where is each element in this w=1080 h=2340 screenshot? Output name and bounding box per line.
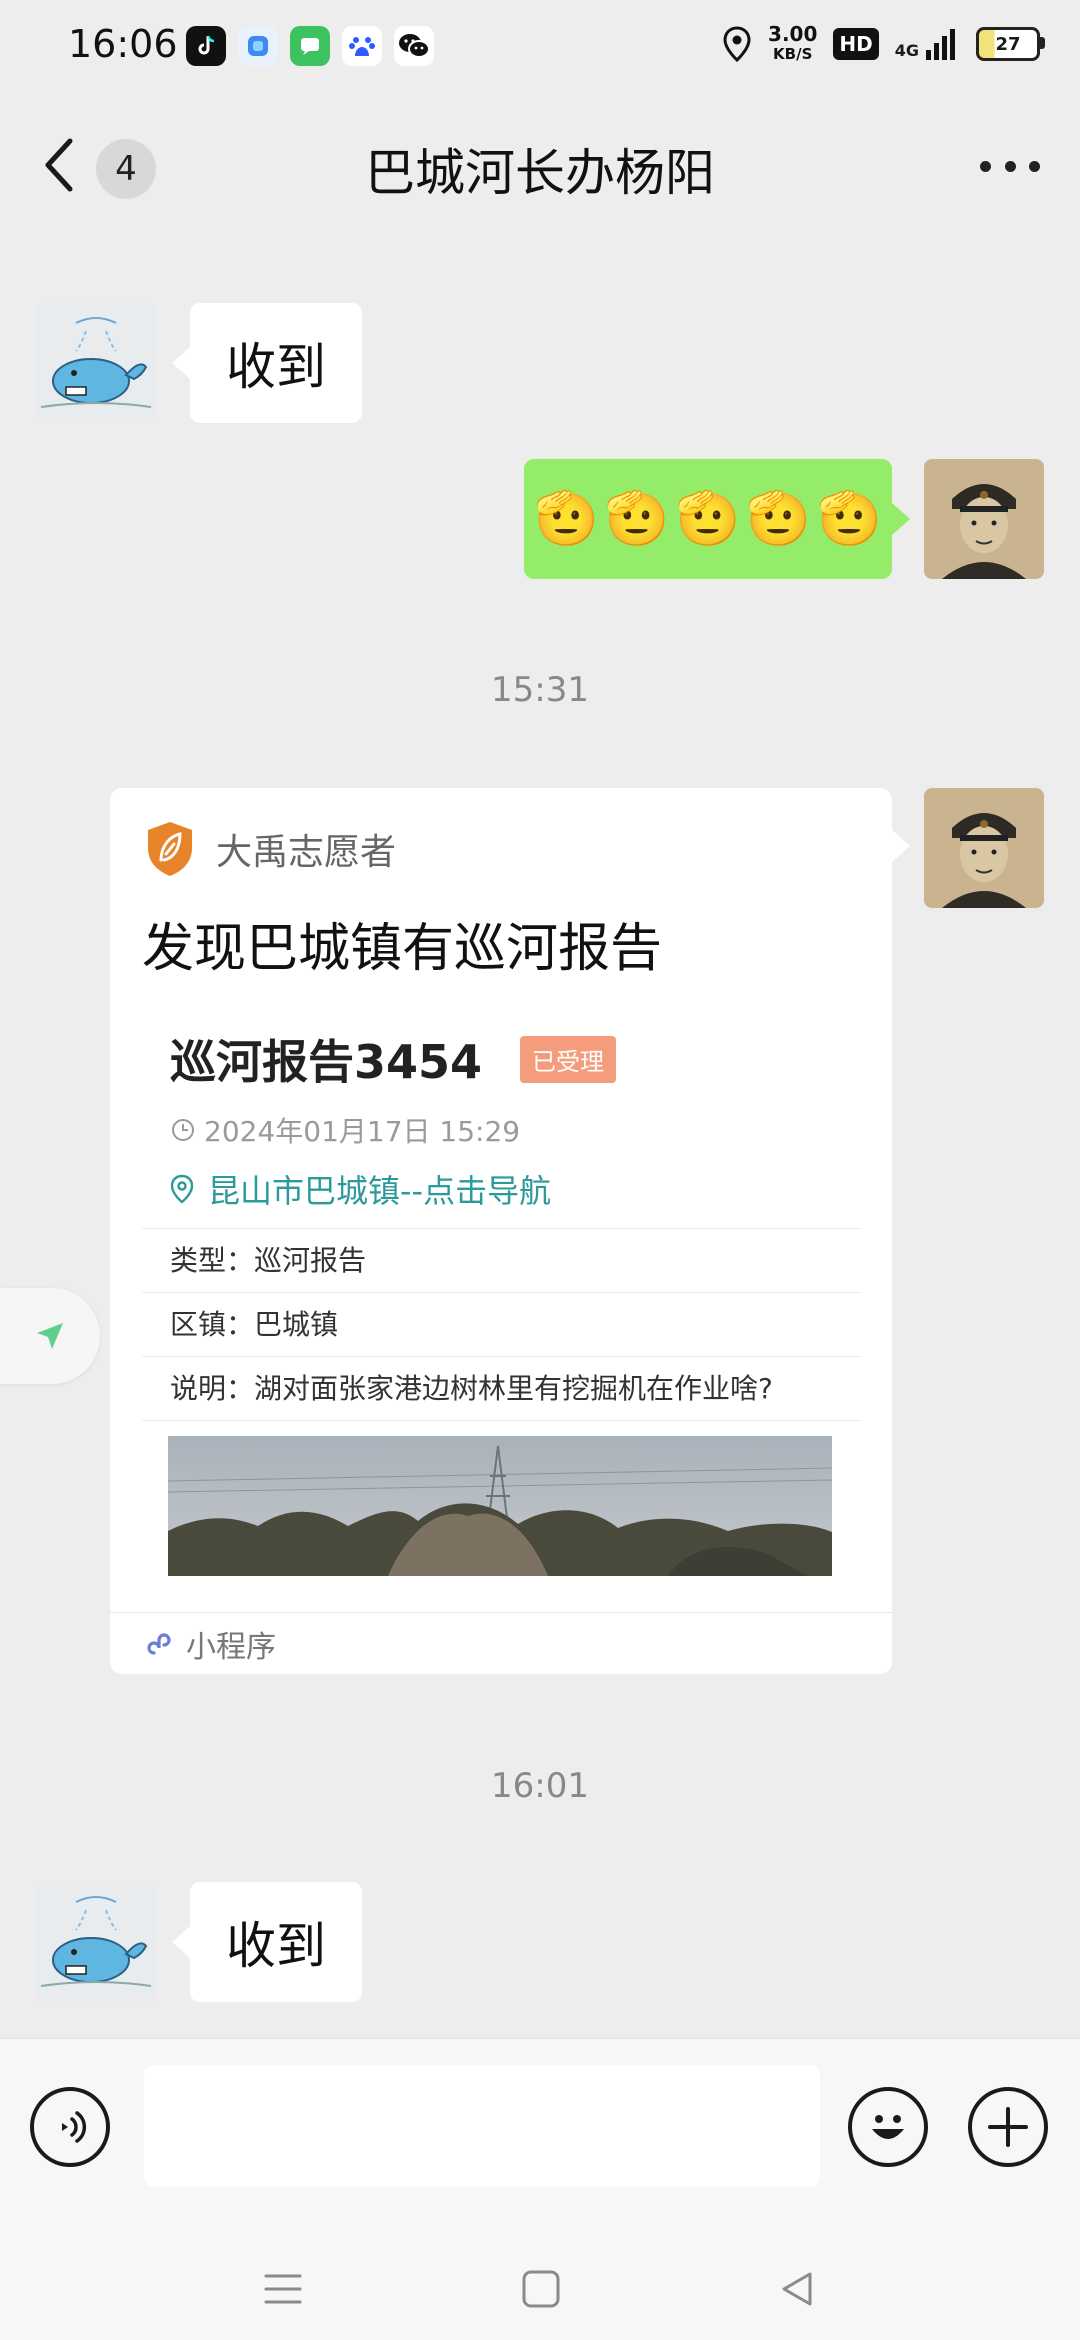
status-right-group: 3.00 KB/S HD 4G 27 bbox=[722, 24, 1045, 64]
more-dot-icon bbox=[980, 161, 991, 172]
report-datetime: 2024年01月17日 15:29 bbox=[170, 1110, 520, 1150]
plus-icon bbox=[988, 2107, 1028, 2147]
more-dot-icon bbox=[1004, 161, 1016, 172]
saluting-face-emoji: 🫡 bbox=[817, 489, 882, 549]
incoming-message-bubble[interactable]: 收到 bbox=[172, 303, 362, 423]
self-avatar[interactable] bbox=[924, 459, 1044, 579]
portrait-avatar-icon bbox=[924, 459, 1044, 579]
navigation-link[interactable]: 昆山市巴城镇--点击导航 bbox=[170, 1166, 551, 1212]
net-speed-value: 3.00 bbox=[768, 22, 818, 46]
douyin-icon bbox=[186, 26, 226, 66]
more-actions-button[interactable] bbox=[968, 2087, 1048, 2167]
network-type: 4G bbox=[894, 41, 919, 60]
contact-avatar[interactable] bbox=[36, 303, 156, 423]
net-speed: 3.00 KB/S bbox=[768, 24, 817, 64]
saluting-face-emoji: 🫡 bbox=[675, 489, 741, 549]
message-text-input[interactable] bbox=[144, 2065, 820, 2187]
browser-icon bbox=[238, 26, 278, 66]
floating-navigation-button[interactable] bbox=[0, 1288, 100, 1384]
notification-icons bbox=[186, 26, 434, 66]
back-button[interactable] bbox=[40, 135, 80, 195]
report-type-text: 类型：巡河报告 bbox=[170, 1244, 367, 1277]
back-triangle-icon[interactable] bbox=[776, 2268, 818, 2310]
unread-count-badge[interactable]: 4 bbox=[96, 139, 156, 199]
chat-timestamp: 15:31 bbox=[491, 670, 589, 710]
outgoing-emoji-bubble[interactable]: 🫡 🫡 🫡 🫡 🫡 bbox=[524, 459, 910, 579]
contact-avatar[interactable] bbox=[36, 1882, 156, 2002]
messages-icon bbox=[290, 26, 330, 66]
location-text: 昆山市巴城镇--点击导航 bbox=[208, 1172, 552, 1210]
portrait-avatar-icon bbox=[924, 788, 1044, 908]
report-photo[interactable] bbox=[168, 1436, 832, 1576]
self-avatar[interactable] bbox=[924, 788, 1044, 908]
saluting-face-emoji: 🫡 bbox=[746, 489, 812, 549]
report-desc-row: 说明：湖对面张家港边树林里有挖掘机在作业啥? bbox=[142, 1356, 862, 1420]
report-header: 巡河报告3454 已受理 bbox=[170, 1026, 617, 1092]
divider bbox=[142, 1420, 862, 1421]
message-input-bar bbox=[0, 2038, 1080, 2239]
mini-program-card[interactable]: 大禹志愿者 发现巴城镇有巡河报告 巡河报告3454 已受理 2024年01月17… bbox=[110, 788, 910, 1674]
menu-icon[interactable] bbox=[262, 2268, 304, 2310]
report-desc-text: 说明：湖对面张家港边树林里有挖掘机在作业啥? bbox=[170, 1372, 773, 1405]
status-bar: 16:06 3.00 KB/S HD 4G 27 bbox=[0, 0, 1080, 95]
voice-wave-icon bbox=[62, 2111, 87, 2143]
wechat-chat-screen: 16:06 3.00 KB/S HD 4G 27 4 巴城河长办杨阳 收到 🫡 … bbox=[0, 0, 1080, 2340]
chat-title: 巴城河长办杨阳 bbox=[365, 144, 715, 202]
report-town-text: 区镇：巴城镇 bbox=[170, 1308, 339, 1341]
home-icon[interactable] bbox=[520, 2268, 562, 2310]
message-text: 收到 bbox=[226, 338, 326, 396]
signal-indicator: 4G bbox=[895, 28, 960, 60]
report-title: 巡河报告3454 bbox=[170, 1035, 483, 1089]
smiley-face-icon bbox=[872, 2115, 904, 2139]
battery-indicator: 27 bbox=[976, 27, 1045, 61]
more-options-button[interactable] bbox=[980, 161, 1040, 175]
more-dot-icon bbox=[1029, 161, 1040, 172]
report-photo-image bbox=[168, 1436, 832, 1576]
mini-program-label: 小程序 bbox=[186, 1629, 276, 1665]
wechat-icon bbox=[394, 26, 434, 66]
status-time: 16:06 bbox=[68, 22, 178, 66]
baidu-icon bbox=[342, 26, 382, 66]
hd-badge: HD bbox=[833, 28, 879, 60]
chevron-left-icon bbox=[45, 138, 73, 192]
location-pin-icon bbox=[723, 26, 751, 62]
navigation-arrow-icon bbox=[37, 1323, 63, 1349]
message-text: 收到 bbox=[226, 1917, 326, 1975]
status-badge: 已受理 bbox=[520, 1035, 617, 1083]
location-pin-icon bbox=[170, 1174, 194, 1204]
whale-avatar-icon bbox=[36, 303, 156, 423]
incoming-message-bubble[interactable]: 收到 bbox=[172, 1882, 362, 2002]
card-title: 发现巴城镇有巡河报告 bbox=[142, 919, 663, 979]
emoji-button[interactable] bbox=[848, 2087, 928, 2167]
card-footer: 小程序 bbox=[110, 1612, 892, 1674]
mini-program-icon bbox=[147, 1632, 171, 1655]
leaf-shield-icon bbox=[148, 822, 192, 876]
signal-bars-icon bbox=[926, 29, 955, 60]
card-source-name: 大禹志愿者 bbox=[216, 832, 397, 873]
chat-timestamp: 16:01 bbox=[491, 1766, 589, 1806]
battery-level: 27 bbox=[995, 33, 1021, 55]
report-datetime-text: 2024年01月17日 15:29 bbox=[204, 1115, 521, 1148]
saluting-face-emoji: 🫡 bbox=[604, 489, 670, 549]
saluting-face-emoji: 🫡 bbox=[534, 489, 599, 549]
system-navigation-bar bbox=[0, 2238, 1080, 2340]
report-type-row: 类型：巡河报告 bbox=[142, 1228, 862, 1292]
voice-input-button[interactable] bbox=[30, 2087, 110, 2167]
chat-header: 4 巴城河长办杨阳 bbox=[0, 95, 1080, 240]
report-town-row: 区镇：巴城镇 bbox=[142, 1292, 862, 1356]
card-source: 大禹志愿者 bbox=[144, 820, 396, 878]
whale-avatar-icon bbox=[36, 1882, 156, 2002]
clock-icon bbox=[172, 1119, 194, 1141]
net-speed-unit: KB/S bbox=[773, 45, 813, 63]
